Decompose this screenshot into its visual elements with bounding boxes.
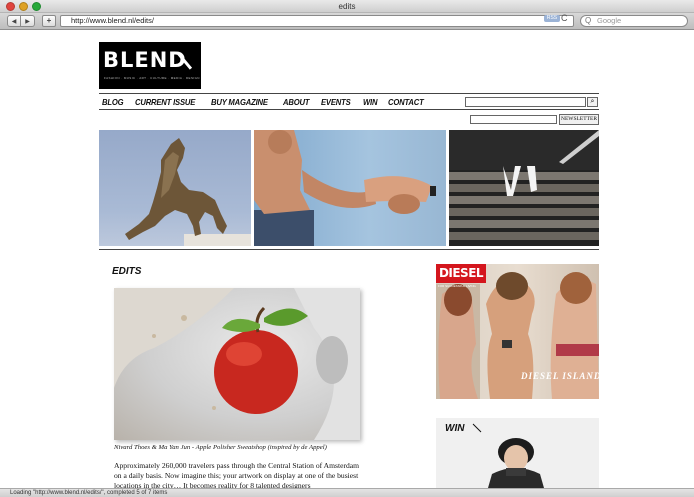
nav-divider-top xyxy=(99,93,599,94)
hero-image-embrace[interactable] xyxy=(254,130,446,246)
rss-label: RSS xyxy=(546,15,558,21)
nav-contact[interactable]: CONTACT xyxy=(388,96,424,108)
section-title: EDITS xyxy=(112,266,142,277)
reload-button[interactable]: C xyxy=(561,13,568,23)
rss-icon[interactable]: RSS xyxy=(544,15,560,22)
google-search-placeholder: Google xyxy=(597,16,622,25)
forward-button[interactable]: ▶ xyxy=(21,15,35,27)
hero-image-horse[interactable] xyxy=(99,130,251,246)
status-bar: Loading "http://www.blend.nl/edits/", co… xyxy=(0,488,694,497)
back-arrow-icon: ◀ xyxy=(11,19,17,25)
close-window-button[interactable] xyxy=(6,2,15,11)
reload-icon: C xyxy=(561,13,568,23)
logo-subline: FASHION · MUSIC · ART · CULTURE · MEDIA … xyxy=(104,76,200,80)
search-icon: ⌕ xyxy=(590,98,595,105)
window-title: edits xyxy=(338,2,356,11)
main-nav: BLOG CURRENT ISSUE BUY MAGAZINE ABOUT EV… xyxy=(102,96,436,108)
nav-current-issue[interactable]: CURRENT ISSUE xyxy=(135,96,195,108)
apple-polisher-image xyxy=(114,288,360,440)
newsletter-button[interactable]: NEWSLETTER xyxy=(559,114,599,125)
nav-divider-bottom xyxy=(99,109,599,110)
add-bookmark-button[interactable]: + xyxy=(42,15,56,27)
site-search-button[interactable]: ⌕ xyxy=(587,97,598,107)
feature-image-apple[interactable] xyxy=(114,288,360,440)
google-search-field[interactable]: Q Google xyxy=(580,15,688,27)
window-titlebar: edits xyxy=(0,0,694,13)
hero-image-steps[interactable] xyxy=(449,130,599,246)
browser-toolbar: ◀ ▶ + http://www.blend.nl/edits/ RSS C Q… xyxy=(0,13,694,30)
address-bar[interactable]: http://www.blend.nl/edits/ xyxy=(60,15,574,27)
logo-wordmark: BLEND xyxy=(103,48,187,72)
back-button[interactable]: ◀ xyxy=(7,15,21,27)
nav-win[interactable]: WIN xyxy=(363,96,378,108)
horse-statue-image xyxy=(125,138,251,246)
nav-buy-magazine[interactable]: BUY MAGAZINE xyxy=(211,96,268,108)
embrace-photo-image xyxy=(254,130,436,246)
diesel-tagline: FOR SUCCESSFUL LIVING xyxy=(438,284,476,288)
win-title: WIN xyxy=(445,423,465,434)
nav-about[interactable]: ABOUT xyxy=(283,96,309,108)
blend-logo[interactable]: BLEND FASHION · MUSIC · ART · CULTURE · … xyxy=(99,42,201,89)
status-text: Loading "http://www.blend.nl/edits/", co… xyxy=(10,490,168,496)
forward-arrow-icon: ▶ xyxy=(25,19,30,25)
article-excerpt: Approximately 260,000 travelers pass thr… xyxy=(114,461,360,490)
magnifier-icon: Q xyxy=(585,16,592,25)
minimize-window-button[interactable] xyxy=(19,2,28,11)
feature-caption: Nivard Thoes & Ma Yan Jun - Apple Polish… xyxy=(114,444,327,451)
nav-blog[interactable]: BLOG xyxy=(102,96,124,108)
address-url: http://www.blend.nl/edits/ xyxy=(71,16,154,25)
diesel-island-label: DIESEL ISLAND xyxy=(521,371,602,381)
zoom-window-button[interactable] xyxy=(32,2,41,11)
newsletter-email-input[interactable] xyxy=(470,115,557,124)
nav-events[interactable]: EVENTS xyxy=(321,96,351,108)
hero-divider xyxy=(99,249,599,250)
site-search-input[interactable] xyxy=(465,97,586,107)
newsletter-button-label: NEWSLETTER xyxy=(560,116,598,122)
plus-icon: + xyxy=(46,16,52,25)
steps-logo-image xyxy=(449,130,599,240)
diesel-brand-label: DIESEL xyxy=(436,264,486,283)
